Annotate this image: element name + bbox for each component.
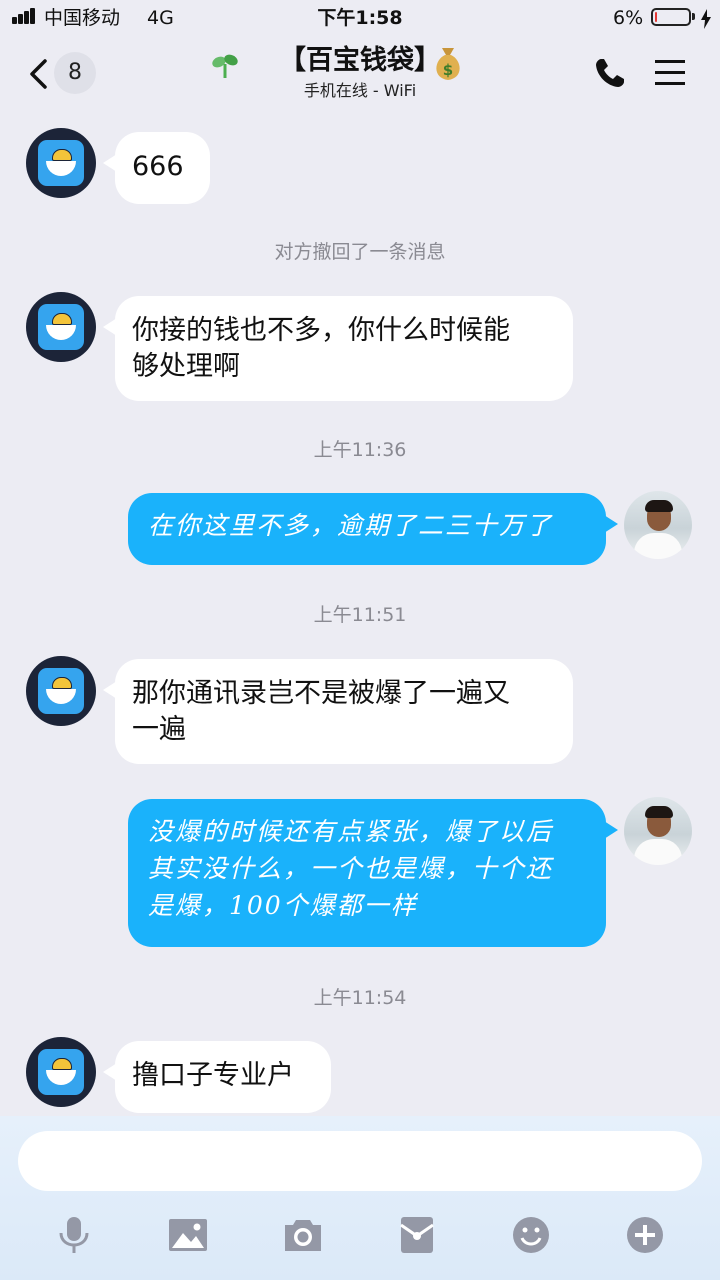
avatar-cap (52, 313, 72, 325)
message-text: 在你这里不多，逾期了二三十万了 (148, 511, 554, 540)
timestamp: 上午11:36 (313, 439, 407, 461)
outgoing-message[interactable]: 在你这里不多，逾期了二三十万了 (128, 493, 618, 565)
microphone-icon[interactable] (54, 1215, 94, 1255)
message-line: 你接的钱也不多，你什么时候能 (132, 315, 510, 346)
contact-avatar[interactable] (26, 128, 96, 198)
image-icon[interactable] (168, 1215, 208, 1255)
message-line: 那你通讯录岂不是被爆了一遍又 (132, 678, 510, 709)
incoming-message[interactable]: 你接的钱也不多，你什么时候能 够处理啊 (103, 296, 573, 401)
money-bag-icon: $ (436, 48, 460, 80)
hamburger-icon[interactable] (654, 58, 686, 88)
message-input[interactable] (18, 1131, 702, 1191)
avatar-shirt (634, 533, 682, 559)
incoming-message[interactable]: 撸口子专业户 (103, 1041, 331, 1113)
contact-avatar[interactable] (26, 292, 96, 362)
phone-icon[interactable] (594, 57, 626, 89)
message-line: 一遍 (132, 714, 186, 745)
avatar-hair (645, 500, 673, 512)
avatar-shirt (634, 839, 682, 865)
user-avatar[interactable] (624, 491, 692, 559)
status-time: 下午1:58 (317, 7, 403, 29)
recall-notice: 对方撤回了一条消息 (274, 241, 446, 263)
incoming-message[interactable]: 666 (103, 132, 210, 204)
red-packet-icon[interactable] (397, 1215, 437, 1255)
avatar-hair (645, 806, 673, 818)
composer-bar (0, 1116, 720, 1280)
plus-icon[interactable] (625, 1215, 665, 1255)
timestamp: 上午11:51 (313, 604, 407, 626)
message-line: 其实没什么，一个也是爆，十个还 (148, 854, 554, 883)
timestamp: 上午11:54 (313, 987, 407, 1009)
charging-bolt-icon (701, 9, 711, 29)
message-line: 是爆，100个爆都一样 (148, 891, 418, 920)
battery-level-fill (655, 12, 657, 22)
incoming-message[interactable]: 那你通讯录岂不是被爆了一遍又 一遍 (103, 659, 573, 764)
avatar-cap (52, 677, 72, 689)
avatar-cap (52, 149, 72, 161)
battery-icon (651, 8, 691, 26)
outgoing-message[interactable]: 没爆的时候还有点紧张，爆了以后 其实没什么，一个也是爆，十个还 是爆，100个爆… (128, 799, 618, 947)
chat-header: 8 【百宝钱袋】 $ 手机在线 - WiFi (0, 36, 720, 112)
contact-avatar[interactable] (26, 656, 96, 726)
user-avatar[interactable] (624, 797, 692, 865)
status-bar: 中国移动 4G 下午1:58 6% (0, 0, 720, 36)
battery-nub (692, 13, 695, 20)
message-line: 没爆的时候还有点紧张，爆了以后 (148, 817, 554, 846)
message-text: 666 (132, 151, 184, 182)
message-text: 撸口子专业户 (132, 1060, 294, 1091)
avatar-cap (52, 1058, 72, 1070)
svg-text:$: $ (443, 61, 453, 79)
emoji-icon[interactable] (511, 1215, 551, 1255)
contact-avatar[interactable] (26, 1037, 96, 1107)
message-line: 够处理啊 (132, 351, 240, 382)
camera-icon[interactable] (283, 1215, 323, 1255)
battery-percent: 6% (613, 7, 644, 29)
